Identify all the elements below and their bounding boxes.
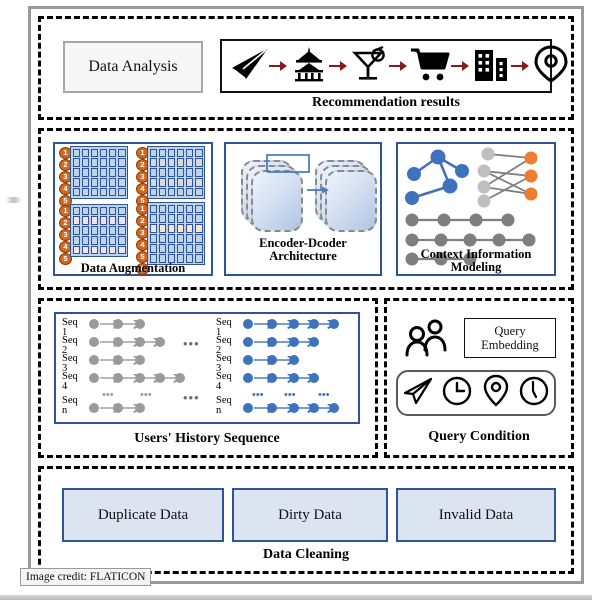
- arrow-icon-3: [389, 60, 409, 72]
- query-embedding-box[interactable]: Query Embedding: [464, 318, 556, 358]
- dirty-data-box[interactable]: Dirty Data: [232, 488, 388, 542]
- location-pin-icon: [531, 44, 571, 88]
- history-left-sequences: ••• •••: [89, 319, 185, 418]
- recommendation-results-caption: Recommendation results: [312, 95, 460, 110]
- recommendation-icon-strip-box: [220, 39, 568, 93]
- query-condition-caption: Query Condition: [428, 429, 530, 444]
- reordered-sequence-grid: [70, 204, 128, 257]
- arrow-icon-1: [269, 60, 289, 72]
- data-cleaning-caption: Data Cleaning: [263, 547, 349, 562]
- seq-label: Seq 4: [216, 371, 232, 392]
- context-modeling-caption: Context Information Modeling: [396, 247, 556, 275]
- page-baseline: [0, 595, 592, 600]
- query-embedding-line1: Query: [494, 324, 526, 338]
- users-icon: [403, 318, 451, 365]
- history-middle-ellipsis-top: •••: [183, 336, 200, 351]
- duplicate-data-label: Duplicate Data: [97, 506, 189, 523]
- row-ellipsis: •••: [252, 389, 264, 401]
- recommendation-icon-strip: [222, 41, 568, 91]
- figure-canvas: Data Analysis Recommendation results 1 2…: [0, 0, 592, 600]
- seq-label: Seq n: [62, 395, 78, 416]
- query-icons-bar: [396, 370, 556, 416]
- row-ellipsis: •••: [318, 389, 330, 401]
- seq-label: Seq n: [216, 395, 232, 416]
- row-ellipsis: •••: [284, 389, 296, 401]
- data-analysis-label: Data Analysis: [88, 58, 178, 75]
- original-sequence-grid: [70, 146, 128, 199]
- seq-label-index: 4: [216, 381, 222, 392]
- arrow-icon-5: [511, 60, 531, 72]
- clock-icon[interactable]: [441, 375, 473, 412]
- dirty-data-label: Dirty Data: [278, 506, 342, 523]
- arrow-icon-2: [329, 60, 349, 72]
- data-augmentation-caption: Data Augmentation: [80, 261, 186, 275]
- history-middle-ellipsis-bottom: •••: [183, 390, 200, 405]
- duplicate-data-box[interactable]: Duplicate Data: [62, 488, 224, 542]
- cocktail-icon: [349, 45, 389, 87]
- shopping-cart-icon: [409, 46, 451, 87]
- left-edge-mark: [6, 197, 22, 203]
- masked-sequence-grid: [147, 146, 205, 199]
- row-ellipsis: •••: [140, 389, 152, 401]
- encoder-decoder-caption: Encoder-Dcoder Architecture: [224, 236, 382, 264]
- pavilion-icon: [289, 46, 329, 87]
- seq-label: Seq 4: [62, 371, 78, 392]
- encoder-decoder-caption-line2: Architecture: [269, 249, 337, 264]
- seq-label-index: 4: [62, 381, 68, 392]
- context-modeling-caption-line2: Modeling: [450, 260, 502, 275]
- clock-icon[interactable]: [518, 375, 550, 412]
- image-credit-tooltip: Image credit: FLATICON: [20, 568, 152, 586]
- data-analysis-box[interactable]: Data Analysis: [63, 41, 203, 93]
- invalid-data-label: Invalid Data: [438, 506, 514, 523]
- history-sequence-caption: Users' History Sequence: [134, 431, 280, 446]
- arrow-icon-4: [451, 60, 471, 72]
- row-ellipsis: •••: [102, 389, 114, 401]
- query-embedding-line2: Embedding: [481, 338, 539, 352]
- buildings-icon: [471, 46, 511, 87]
- history-right-sequences: ••• ••• •••: [243, 319, 339, 418]
- seq-label-index: n: [62, 405, 68, 416]
- paper-plane-icon: [229, 47, 269, 86]
- seq-label-index: n: [216, 405, 222, 416]
- inserted-sequence-grid: [147, 202, 205, 265]
- location-pin-icon[interactable]: [481, 374, 511, 413]
- paper-plane-icon[interactable]: [402, 376, 434, 411]
- invalid-data-box[interactable]: Invalid Data: [396, 488, 556, 542]
